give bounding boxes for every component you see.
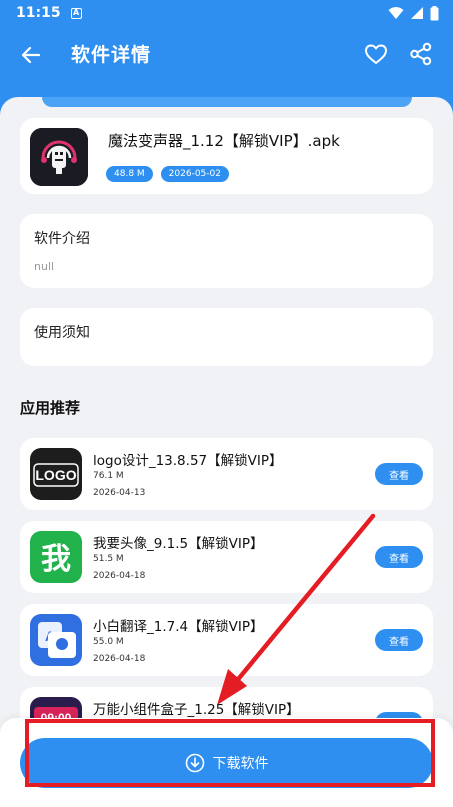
intro-card: 软件介绍 null (20, 214, 433, 288)
download-button[interactable]: 下载软件 (20, 738, 433, 788)
view-button[interactable]: 查看 (375, 546, 423, 568)
notice-heading: 使用须知 (34, 325, 90, 341)
app-bar: 软件详情 (0, 26, 453, 82)
download-icon (185, 753, 204, 773)
app-info-card: 魔法变声器_1.12【解锁VIP】.apk 48.8 M 2026-05-02 (20, 118, 433, 194)
rec-app-size: 76.1 M (93, 471, 124, 481)
notice-card: 使用须知 (20, 308, 433, 366)
view-button[interactable]: 查看 (375, 463, 423, 485)
size-badge: 48.8 M (106, 166, 153, 182)
rec-app-size: 51.5 M (93, 554, 124, 564)
page-title: 软件详情 (71, 44, 152, 66)
status-time: 11:15 (16, 5, 61, 21)
date-badge: 2026-05-02 (160, 166, 229, 182)
voice-changer-icon (30, 128, 88, 186)
status-bar: 11:15 A (0, 0, 453, 26)
list-item[interactable]: LOGO logo设计_13.8.57【解锁VIP】 76.1 M 2026-0… (20, 438, 433, 510)
share-icon[interactable] (408, 41, 434, 67)
app-name: 魔法变声器_1.12【解锁VIP】.apk (108, 132, 340, 150)
header-pill (42, 97, 412, 107)
rec-app-name: 小白翻译_1.7.4【解锁VIP】 (93, 619, 264, 635)
heart-icon[interactable] (364, 42, 388, 66)
view-button[interactable]: 查看 (375, 629, 423, 651)
avatar-app-icon: 我 (30, 531, 82, 583)
rec-app-date: 2026-04-13 (93, 488, 146, 498)
rec-app-date: 2026-04-18 (93, 654, 146, 664)
status-icons (388, 5, 439, 21)
app-badges: 48.8 M 2026-05-02 (106, 166, 229, 182)
translate-app-icon: A (30, 614, 82, 666)
rec-app-size: 55.0 M (93, 637, 124, 647)
logo-design-app-icon: LOGO (30, 448, 82, 500)
wifi-icon (388, 7, 404, 19)
download-label: 下载软件 (212, 756, 269, 772)
intro-text: null (34, 260, 55, 273)
list-item[interactable]: A 小白翻译_1.7.4【解锁VIP】 55.0 M 2026-04-18 查看 (20, 604, 433, 676)
svg-text:LOGO: LOGO (35, 467, 76, 483)
bottom-bar: 下载软件 (0, 718, 453, 807)
signal-icon (411, 7, 423, 19)
back-arrow-icon[interactable] (18, 42, 44, 68)
list-item[interactable]: 我 我要头像_9.1.5【解锁VIP】 51.5 M 2026-04-18 查看 (20, 521, 433, 593)
content-sheet: 魔法变声器_1.12【解锁VIP】.apk 48.8 M 2026-05-02 … (0, 97, 453, 807)
svg-text:我: 我 (41, 542, 71, 577)
rec-app-name: 万能小组件盒子_1.25【解锁VIP】 (93, 702, 300, 718)
recommend-title: 应用推荐 (20, 399, 81, 417)
rec-app-name: logo设计_13.8.57【解锁VIP】 (93, 453, 283, 469)
rec-app-date: 2026-04-18 (93, 571, 146, 581)
app-icon (30, 128, 88, 186)
rec-app-name: 我要头像_9.1.5【解锁VIP】 (93, 536, 264, 552)
notification-icon: A (70, 7, 82, 19)
battery-icon (430, 5, 439, 20)
intro-heading: 软件介绍 (34, 231, 90, 247)
